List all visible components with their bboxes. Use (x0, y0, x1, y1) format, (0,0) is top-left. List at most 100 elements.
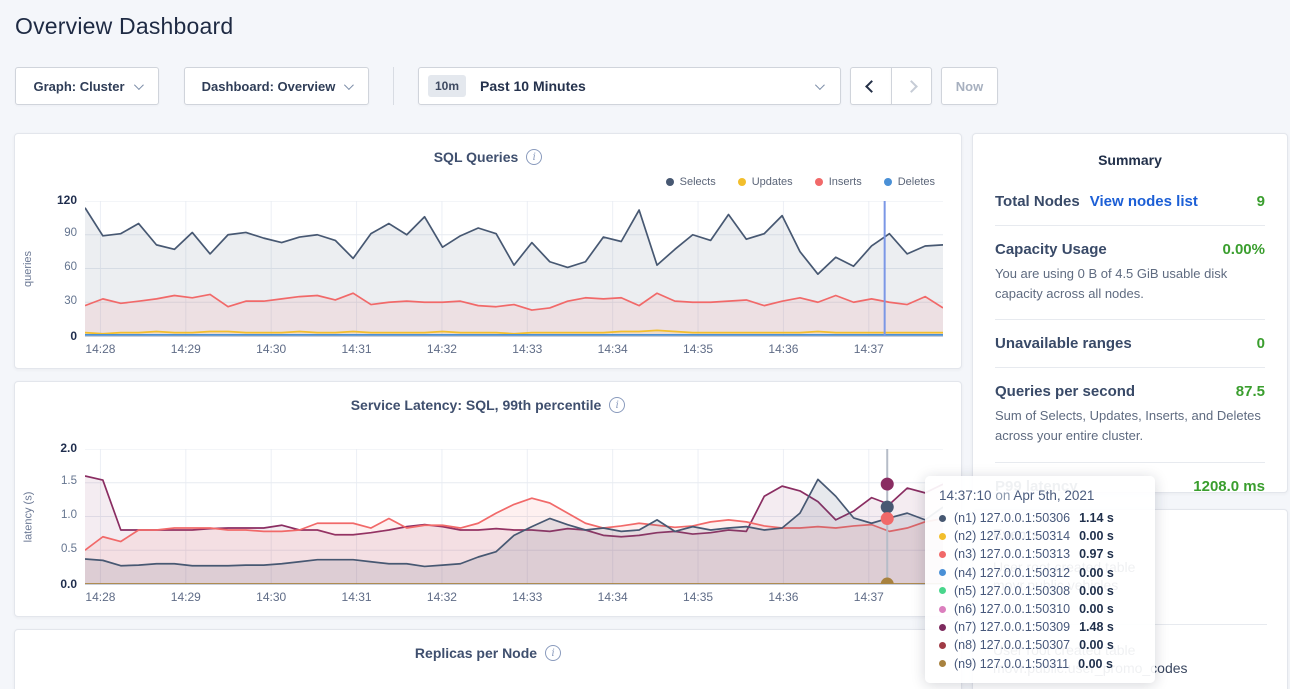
chevron-right-icon (905, 80, 918, 93)
dashboard-dropdown-label: Dashboard: Overview (202, 79, 336, 94)
time-range-selector[interactable]: 10m Past 10 Minutes (418, 67, 841, 105)
chevron-left-icon (865, 80, 878, 93)
replicas-per-node-chart-card: Replicas per Node i (14, 629, 962, 689)
service-latency-chart-title: Service Latency: SQL, 99th percentile (351, 397, 602, 413)
time-next-button[interactable] (891, 67, 932, 105)
y-axis-unit-label: queries (15, 201, 41, 337)
info-icon[interactable]: i (526, 149, 542, 165)
sql-queries-chart-title: SQL Queries (434, 149, 519, 165)
x-tick-label: 14:30 (256, 590, 286, 604)
legend-dot-icon (666, 178, 674, 186)
node-latency-value: 0.97 s (1079, 547, 1114, 561)
queries-per-second-description: Sum of Selects, Updates, Inserts, and De… (995, 406, 1265, 446)
dashboard-controls: Graph: Cluster Dashboard: Overview 10m P… (15, 67, 998, 105)
view-nodes-list-link[interactable]: View nodes list (1090, 193, 1198, 210)
node-latency-value: 0.00 s (1079, 529, 1114, 543)
node-address: (n3) 127.0.0.1:50313 (954, 547, 1070, 561)
y-tick-label: 1.5 (61, 475, 77, 487)
legend-dot-icon (815, 178, 823, 186)
x-tick-label: 14:32 (427, 590, 457, 604)
x-tick-label: 14:29 (171, 590, 201, 604)
service-latency-plot[interactable] (85, 449, 943, 585)
node-address: (n2) 127.0.0.1:50314 (954, 529, 1070, 543)
chevron-down-icon (133, 80, 143, 90)
node-latency-value: 0.00 s (1078, 657, 1113, 671)
page-title: Overview Dashboard (15, 13, 233, 40)
node-address: (n4) 127.0.0.1:50312 (954, 566, 1070, 580)
tooltip-node-row: (n9) 127.0.0.1:50311 0.00 s (939, 655, 1141, 673)
legend-dot-icon (738, 178, 746, 186)
legend-label: Selects (680, 176, 716, 188)
x-tick-label: 14:32 (427, 342, 457, 356)
time-range-label: Past 10 Minutes (480, 78, 586, 94)
node-latency-value: 0.00 s (1079, 566, 1114, 580)
legend-item-inserts[interactable]: Inserts (815, 176, 862, 188)
summary-row-total-nodes: Total Nodes View nodes list 9 (995, 178, 1265, 225)
node-color-dot-icon (939, 587, 946, 594)
time-range-badge: 10m (428, 75, 466, 97)
total-nodes-value: 9 (1257, 193, 1265, 210)
y-axis-unit-label: latency (s) (15, 449, 41, 585)
x-tick-label: 14:35 (683, 342, 713, 356)
summary-row-unavailable-ranges: Unavailable ranges 0 (995, 319, 1265, 367)
summary-row-capacity-usage: Capacity Usage 0.00% You are using 0 B o… (995, 225, 1265, 319)
node-latency-value: 1.14 s (1079, 511, 1114, 525)
y-axis-ticks: 0.00.51.01.52.0 (41, 449, 85, 585)
legend-item-selects[interactable]: Selects (666, 176, 716, 188)
x-tick-label: 14:34 (598, 342, 628, 356)
graph-dropdown-label: Graph: Cluster (33, 79, 124, 94)
dashboard-dropdown[interactable]: Dashboard: Overview (184, 67, 369, 105)
node-address: (n7) 127.0.0.1:50309 (954, 620, 1070, 634)
node-address: (n1) 127.0.0.1:50306 (954, 511, 1070, 525)
x-tick-label: 14:31 (342, 342, 372, 356)
capacity-usage-value: 0.00% (1222, 241, 1265, 258)
info-icon[interactable]: i (545, 645, 561, 661)
tooltip-node-row: (n8) 127.0.0.1:503070.00 s (939, 636, 1141, 654)
sql-queries-plot[interactable] (85, 201, 943, 337)
x-tick-label: 14:33 (512, 590, 542, 604)
graph-dropdown[interactable]: Graph: Cluster (15, 67, 159, 105)
chevron-down-icon (344, 80, 354, 90)
node-color-dot-icon (939, 642, 946, 649)
sql-queries-legend: Selects Updates Inserts Deletes (15, 171, 935, 193)
total-nodes-label: Total Nodes (995, 193, 1080, 210)
node-latency-value: 0.00 s (1079, 584, 1114, 598)
queries-per-second-label: Queries per second (995, 383, 1135, 400)
node-color-dot-icon (939, 551, 946, 558)
time-prev-button[interactable] (850, 67, 891, 105)
now-button[interactable]: Now (941, 67, 998, 105)
tooltip-node-row: (n7) 127.0.0.1:503091.48 s (939, 618, 1141, 636)
x-tick-label: 14:28 (85, 342, 115, 356)
legend-dot-icon (884, 178, 892, 186)
unavailable-ranges-label: Unavailable ranges (995, 335, 1132, 352)
sql-queries-chart-card: SQL Queries i Selects Updates Inserts Delet… (14, 133, 962, 369)
x-tick-label: 14:37 (854, 342, 884, 356)
node-address: (n8) 127.0.0.1:50307 (954, 638, 1070, 652)
info-icon[interactable]: i (609, 397, 625, 413)
legend-label: Inserts (829, 176, 862, 188)
summary-panel: Summary Total Nodes View nodes list 9 Ca… (972, 133, 1288, 493)
x-tick-label: 14:36 (768, 590, 798, 604)
y-tick-label: 2.0 (60, 441, 77, 455)
x-tick-label: 14:35 (683, 590, 713, 604)
x-axis-ticks: 14:2814:2914:3014:3114:3214:3314:3414:35… (85, 337, 943, 359)
legend-item-deletes[interactable]: Deletes (884, 176, 935, 188)
tooltip-node-row: (n6) 127.0.0.1:503100.00 s (939, 600, 1141, 618)
x-tick-label: 14:29 (171, 342, 201, 356)
x-tick-label: 14:28 (85, 590, 115, 604)
node-color-dot-icon (939, 606, 946, 613)
tooltip-node-row: (n4) 127.0.0.1:50312 0.00 s (939, 564, 1141, 582)
time-step-buttons (850, 67, 932, 105)
legend-item-updates[interactable]: Updates (738, 176, 793, 188)
legend-label: Deletes (898, 176, 935, 188)
summary-title: Summary (995, 152, 1265, 168)
node-address: (n9) 127.0.0.1:50311 (954, 657, 1069, 671)
x-tick-label: 14:34 (598, 590, 628, 604)
y-tick-label: 60 (64, 261, 77, 273)
unavailable-ranges-value: 0 (1257, 335, 1265, 352)
tooltip-node-row: (n2) 127.0.0.1:50314 0.00 s (939, 527, 1141, 545)
node-address: (n5) 127.0.0.1:50308 (954, 584, 1070, 598)
node-color-dot-icon (939, 624, 946, 631)
x-tick-label: 14:36 (768, 342, 798, 356)
y-tick-label: 90 (64, 227, 77, 239)
